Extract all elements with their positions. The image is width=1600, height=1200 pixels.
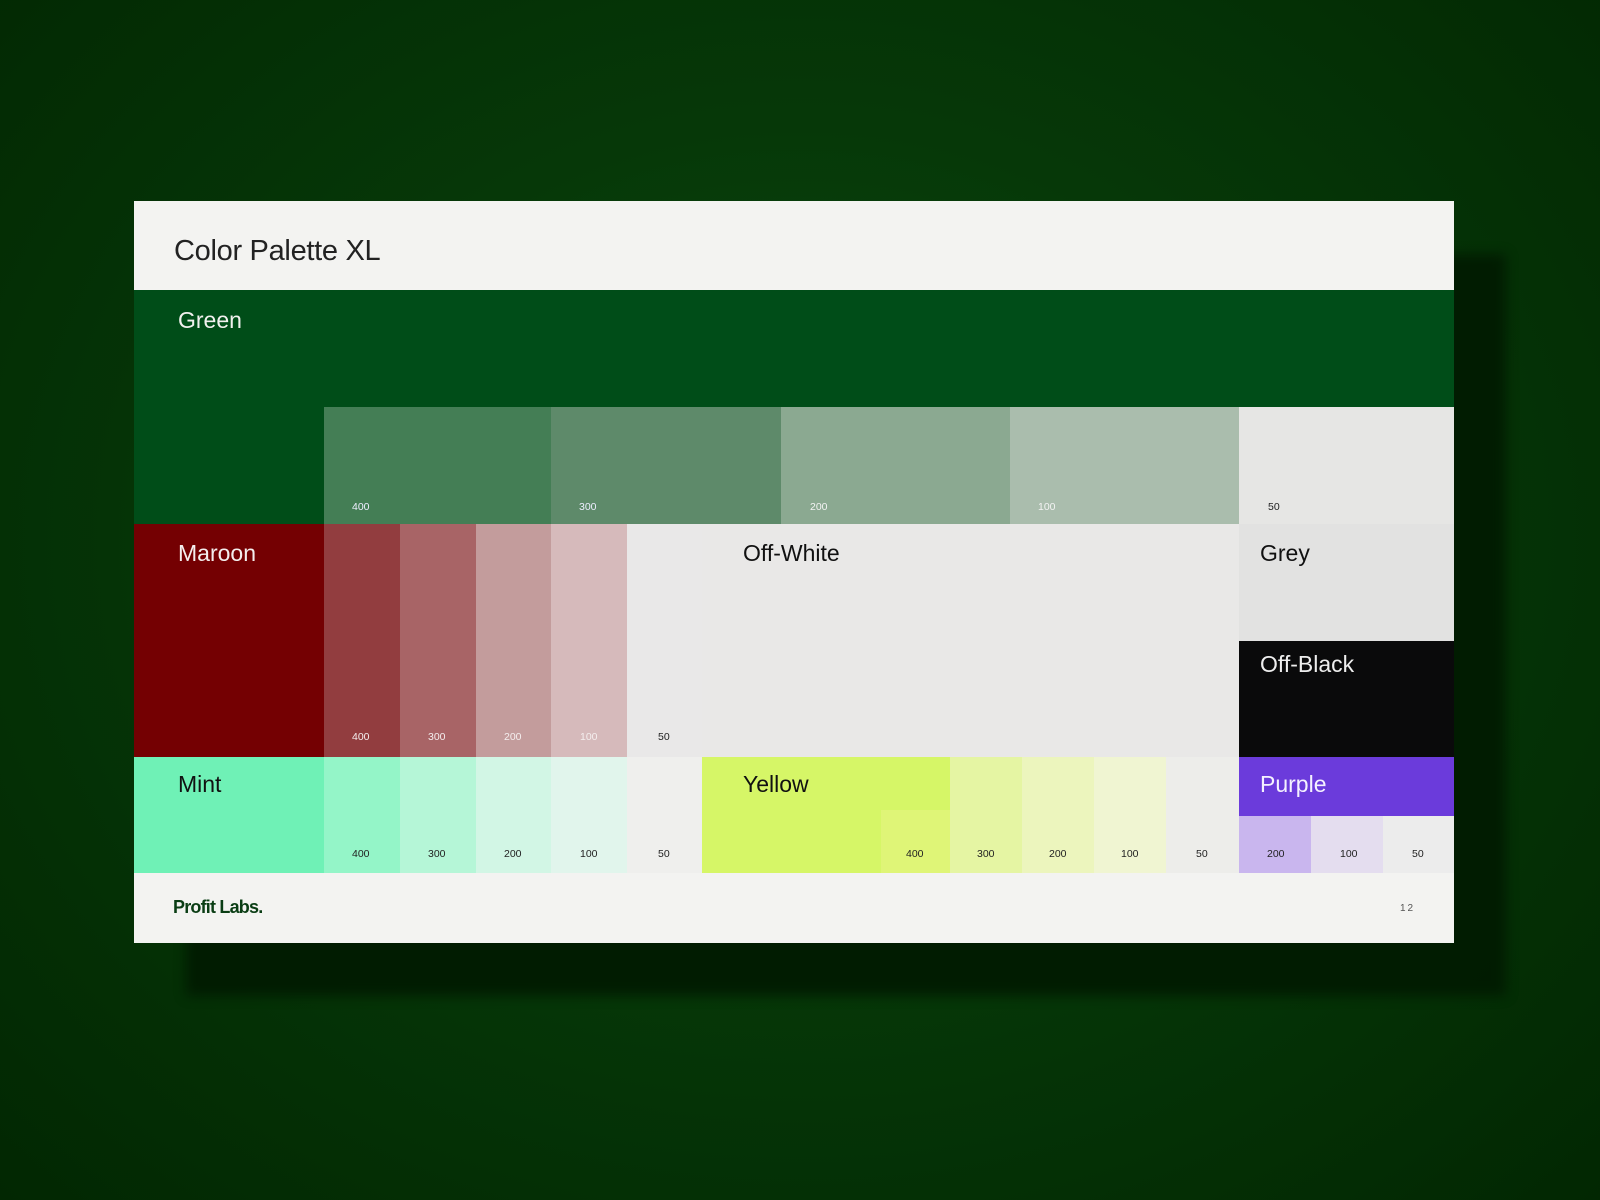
shade-label-yellow-100: 100 bbox=[1121, 848, 1139, 860]
swatch-yellow-400 bbox=[881, 810, 950, 873]
brand-logo: Profit Labs. bbox=[173, 897, 263, 917]
swatch-purple-50 bbox=[1383, 816, 1454, 873]
shade-label-yellow-200: 200 bbox=[1049, 848, 1067, 860]
label-grey: Grey bbox=[1260, 540, 1310, 566]
shade-label-maroon-100: 100 bbox=[580, 731, 598, 743]
label-green: Green bbox=[178, 307, 242, 333]
shade-label-mint-300: 300 bbox=[428, 848, 446, 860]
shade-label-green-200: 200 bbox=[810, 501, 828, 513]
shade-label-maroon-50: 50 bbox=[658, 731, 670, 743]
swatch-mint bbox=[134, 757, 324, 873]
label-maroon: Maroon bbox=[178, 540, 256, 566]
shade-label-purple-200: 200 bbox=[1267, 848, 1285, 860]
shade-label-purple-100: 100 bbox=[1340, 848, 1358, 860]
swatch-purple-100 bbox=[1311, 816, 1383, 873]
shade-label-yellow-400: 400 bbox=[906, 848, 924, 860]
shade-label-maroon-300: 300 bbox=[428, 731, 446, 743]
shade-label-maroon-400: 400 bbox=[352, 731, 370, 743]
shade-label-green-300: 300 bbox=[579, 501, 597, 513]
shade-label-purple-50: 50 bbox=[1412, 848, 1424, 860]
shade-label-yellow-300: 300 bbox=[977, 848, 995, 860]
page-title: Color Palette XL bbox=[174, 235, 381, 267]
swatch-maroon-200 bbox=[476, 524, 551, 757]
label-yellow: Yellow bbox=[743, 771, 809, 797]
shade-label-yellow-50: 50 bbox=[1196, 848, 1208, 860]
swatch-maroon-300 bbox=[400, 524, 476, 757]
swatch-maroon-100 bbox=[551, 524, 627, 757]
label-mint: Mint bbox=[178, 771, 222, 797]
label-off-white: Off-White bbox=[743, 540, 840, 566]
swatch-purple-200 bbox=[1239, 816, 1311, 873]
shade-label-mint-100: 100 bbox=[580, 848, 598, 860]
shade-label-green-400: 400 bbox=[352, 501, 370, 513]
label-off-black: Off-Black bbox=[1260, 651, 1355, 677]
shade-label-mint-200: 200 bbox=[504, 848, 522, 860]
shade-label-mint-400: 400 bbox=[352, 848, 370, 860]
page-number: 12 bbox=[1400, 903, 1416, 914]
swatch-maroon-400 bbox=[324, 524, 400, 757]
palette-slide: Color Palette XL Green 400 300 200 100 5… bbox=[134, 201, 1454, 943]
shade-label-green-100: 100 bbox=[1038, 501, 1056, 513]
shade-label-green-50: 50 bbox=[1268, 501, 1280, 513]
shade-label-mint-50: 50 bbox=[658, 848, 670, 860]
label-purple: Purple bbox=[1260, 771, 1327, 797]
swatch-maroon-50 bbox=[627, 524, 702, 757]
shade-label-maroon-200: 200 bbox=[504, 731, 522, 743]
swatch-yellow-ext bbox=[881, 757, 950, 810]
